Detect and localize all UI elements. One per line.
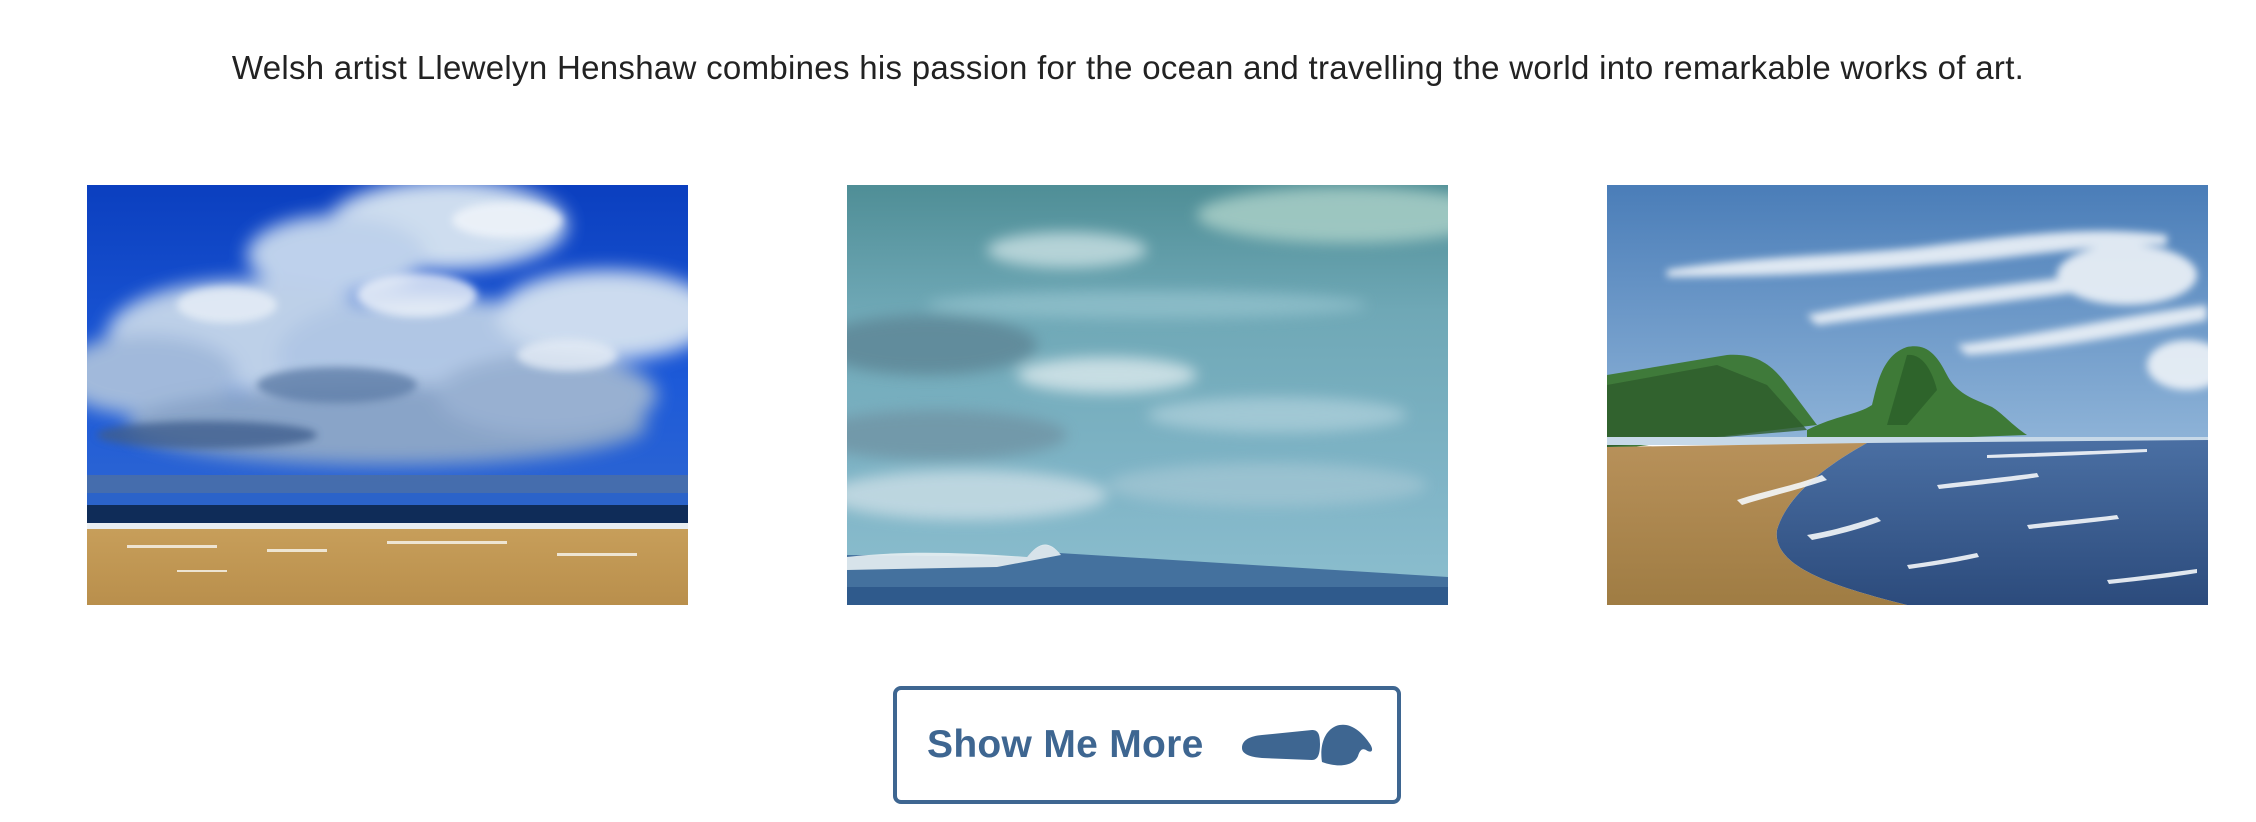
surfboard-wave-icon <box>1238 722 1374 768</box>
show-me-more-label: Show Me More <box>927 723 1204 766</box>
painting-teal-wave[interactable] <box>847 185 1448 605</box>
painting-teal-wave-image <box>847 185 1448 605</box>
painting-headland-coast[interactable] <box>1607 185 2208 605</box>
painting-headland-coast-image <box>1607 185 2208 605</box>
painting-cloudy-beach[interactable] <box>87 185 688 605</box>
intro-text: Welsh artist Llewelyn Henshaw combines h… <box>231 49 2025 86</box>
show-me-more-button[interactable]: Show Me More <box>893 686 1401 804</box>
painting-cloudy-beach-image <box>87 185 688 605</box>
painting-gallery <box>0 185 2256 605</box>
